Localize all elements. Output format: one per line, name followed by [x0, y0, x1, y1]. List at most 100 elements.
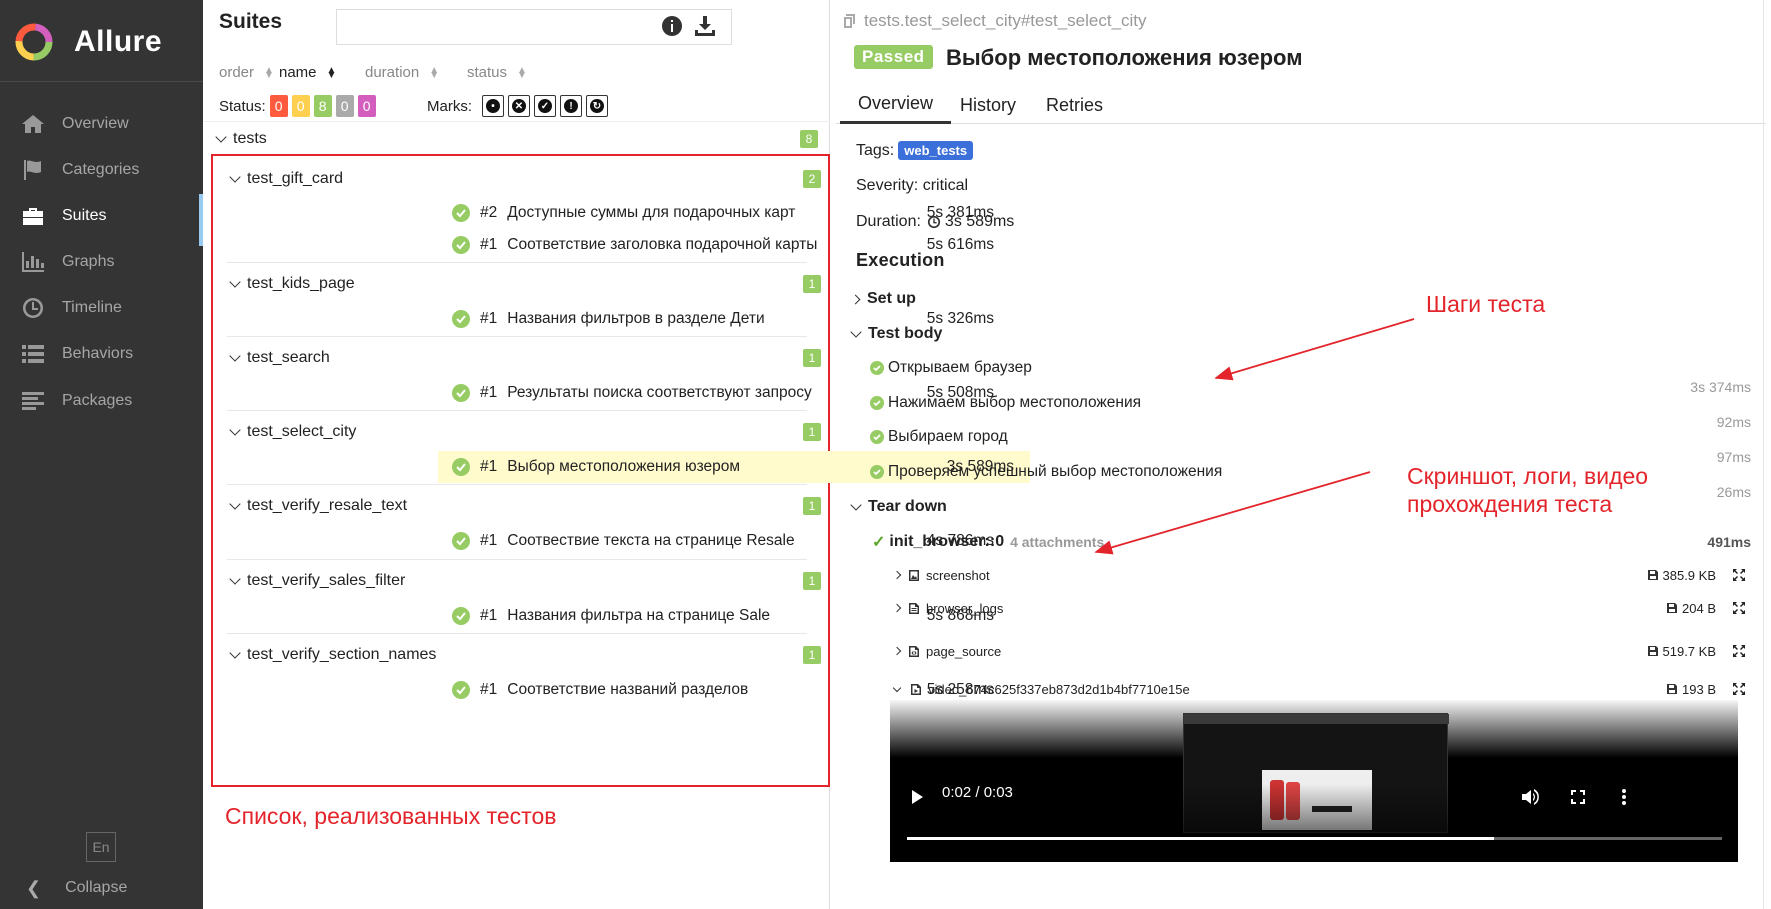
collapse-button[interactable]: ❮ Collapse [0, 868, 127, 908]
teardown-fixture[interactable]: ✓ init_browser::0 4 attachments [872, 532, 1104, 552]
group-separator [227, 410, 807, 411]
step-row[interactable]: Открываем браузер [870, 359, 1032, 377]
brand[interactable]: Allure [14, 20, 162, 64]
scrollbar[interactable] [1763, 0, 1771, 909]
info-icon[interactable] [660, 14, 684, 38]
suite-name: test_verify_sales_filter [247, 572, 406, 589]
case-number: #1 [480, 532, 498, 549]
passed-check-icon [452, 532, 470, 550]
status-passed-toggle[interactable]: 8 [313, 95, 332, 117]
video-player[interactable]: 0:02 / 0:03 [890, 700, 1738, 862]
case-number: #2 [480, 204, 498, 221]
play-icon[interactable] [912, 790, 923, 804]
more-vertical-icon[interactable] [1614, 787, 1634, 807]
fullscreen-icon[interactable] [1568, 787, 1588, 807]
status-failed-toggle[interactable]: 0 [269, 95, 288, 117]
retries-mark-toggle[interactable]: ↻ [586, 95, 608, 117]
copy-icon[interactable] [842, 13, 858, 29]
sidebar-item-packages[interactable]: Packages [0, 379, 203, 423]
passed-check-icon [452, 681, 470, 699]
suite-group-header[interactable]: test_verify_resale_text 1 [219, 492, 824, 520]
language-switch[interactable]: En [86, 832, 116, 862]
expand-icon[interactable] [1732, 644, 1746, 658]
step-row[interactable]: Нажимаем выбор местоположения [870, 394, 1141, 412]
divider [203, 121, 830, 122]
tag-badge[interactable]: web_tests [898, 141, 974, 160]
new-passed-mark-toggle[interactable]: ✓ [534, 95, 556, 117]
expand-icon[interactable] [1732, 682, 1746, 696]
download-icon[interactable] [693, 14, 717, 38]
check-circle-icon: ✓ [538, 99, 552, 113]
save-icon[interactable] [1647, 645, 1659, 657]
expand-icon[interactable] [1732, 601, 1746, 615]
suite-name: test_search [247, 349, 330, 366]
test-body-section[interactable]: Test body [850, 325, 942, 343]
sort-order[interactable]: order ▲ ▼ [219, 64, 274, 81]
case-number: #1 [480, 681, 498, 698]
status-skipped-toggle[interactable]: 0 [335, 95, 354, 117]
attachment-row[interactable]: video_674c625f337eb873d2d1b4bf7710e15e 1… [892, 678, 1746, 700]
tree-root-tests[interactable]: tests 8 [215, 127, 819, 151]
video-frame-toolbar [1184, 714, 1449, 724]
case-name: Соответствие заголовка подарочной карты [507, 236, 818, 253]
attachment-size: 385.9 KB [1647, 568, 1716, 583]
passed-check-icon [452, 310, 470, 328]
tab-overview[interactable]: Overview [840, 86, 952, 124]
attachments-count: 4 attachments [1010, 534, 1105, 550]
expand-icon[interactable] [1732, 568, 1746, 582]
step-name: Проверяем успешный выбор местоположения [888, 463, 1223, 480]
video-progress[interactable] [907, 837, 1722, 840]
attachment-row[interactable]: screenshot 385.9 KB [892, 564, 1746, 586]
suite-name: test_kids_page [247, 275, 355, 292]
attachment-name: browser_logs [926, 600, 1004, 616]
sidebar-item-overview[interactable]: Overview [0, 102, 203, 146]
new-broken-mark-toggle[interactable]: ! [560, 95, 582, 117]
suite-group-header[interactable]: test_search 1 [219, 344, 824, 372]
suite-group-header[interactable]: test_verify_section_names 1 [219, 641, 824, 669]
suite-group-header[interactable]: test_select_city 1 [219, 418, 824, 446]
tab-history[interactable]: History [942, 86, 1034, 124]
chevron-down-icon [229, 573, 241, 585]
new-failed-mark-toggle[interactable]: ✕ [508, 95, 530, 117]
passed-check-icon [870, 430, 884, 444]
list-icon [20, 343, 46, 365]
setup-section[interactable]: Set up [850, 290, 916, 308]
sidebar-item-suites[interactable]: Suites [0, 194, 203, 246]
suite-group-header[interactable]: test_verify_sales_filter 1 [219, 567, 824, 595]
step-name: Выбираем город [888, 428, 1008, 445]
save-icon[interactable] [1666, 683, 1678, 695]
sidebar-item-categories[interactable]: Categories [0, 148, 203, 192]
save-icon[interactable] [1666, 602, 1678, 614]
step-row[interactable]: Проверяем успешный выбор местоположения [870, 463, 1222, 481]
sort-name[interactable]: name ▲ ▼ [279, 64, 336, 81]
tab-retries[interactable]: Retries [1028, 86, 1121, 124]
duration-label: Duration: [856, 213, 921, 230]
times-circle-icon: ✕ [512, 99, 526, 113]
attachment-row[interactable]: page_source 519.7 KB [892, 640, 1746, 662]
status-broken-toggle[interactable]: 0 [291, 95, 310, 117]
flaky-mark-toggle[interactable]: • [482, 95, 504, 117]
group-separator [227, 633, 807, 634]
suite-group-header[interactable]: test_kids_page 1 [219, 270, 824, 298]
suite-group-header[interactable]: test_gift_card 2 [219, 165, 824, 193]
sort-status[interactable]: status ▲ ▼ [467, 64, 527, 81]
teardown-section[interactable]: Tear down [850, 498, 947, 516]
clock-icon [20, 297, 46, 319]
volume-icon[interactable] [1520, 787, 1540, 807]
chevron-down-icon [215, 131, 227, 143]
step-row[interactable]: Выбираем город [870, 428, 1008, 446]
marks-label: Marks: [427, 97, 472, 115]
chevron-right-icon [892, 570, 902, 580]
attachment-name: video_674c625f337eb873d2d1b4bf7710e15e [928, 681, 1190, 697]
sort-duration[interactable]: duration ▲ ▼ [365, 64, 439, 81]
chevron-down-icon [892, 683, 902, 692]
group-separator [227, 336, 807, 337]
sidebar-item-timeline[interactable]: Timeline [0, 286, 203, 330]
attachment-row[interactable]: browser_logs 204 B [892, 597, 1746, 619]
chevron-down-icon [229, 276, 241, 288]
sidebar-item-behaviors[interactable]: Behaviors [0, 332, 203, 376]
save-icon[interactable] [1647, 569, 1659, 581]
suite-name: test_select_city [247, 423, 357, 440]
status-unknown-toggle[interactable]: 0 [357, 95, 376, 117]
sidebar-item-graphs[interactable]: Graphs [0, 240, 203, 284]
